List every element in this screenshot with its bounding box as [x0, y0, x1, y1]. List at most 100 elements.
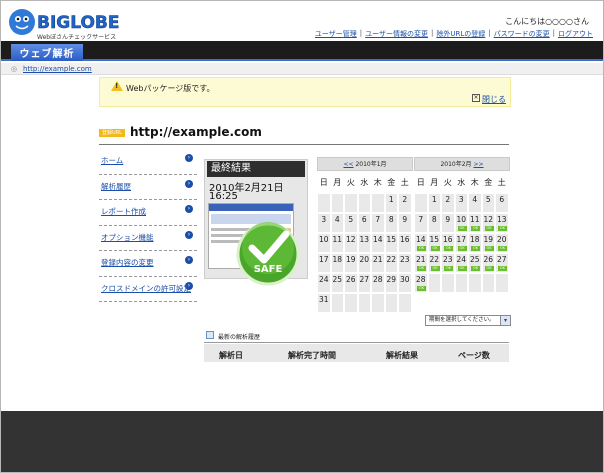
calendar-day[interactable]: 19	[344, 253, 358, 273]
calendar-day[interactable]: 16 OK	[441, 233, 455, 253]
calendar-day[interactable]: 12	[344, 233, 358, 253]
calendar-day[interactable]: 8	[384, 213, 398, 233]
ok-badge[interactable]: OK	[444, 246, 453, 251]
calendar-day[interactable]: 25 OK	[468, 253, 482, 273]
ok-badge[interactable]: OK	[498, 246, 507, 251]
ok-badge[interactable]: OK	[498, 226, 507, 231]
calendar-day[interactable]: 30	[398, 273, 412, 293]
chevron-down-icon[interactable]: ▾	[500, 316, 510, 325]
calendar-day[interactable]: 29	[384, 273, 398, 293]
nav-user-management[interactable]: ユーザー管理	[315, 29, 357, 39]
calendar-day[interactable]: 15 OK	[427, 233, 441, 253]
ok-badge[interactable]: OK	[457, 266, 467, 271]
menu-item-history[interactable]: 解析履歴 ›	[99, 175, 197, 200]
calendar-day[interactable]: 9	[398, 213, 412, 233]
menu-item-cross-domain[interactable]: クロスドメインの許可設定 ›	[99, 277, 197, 302]
calendar-day[interactable]: 24	[317, 273, 331, 293]
heading-divider	[99, 144, 509, 145]
calendar-day[interactable]: 27	[357, 273, 371, 293]
calendar-day[interactable]: 28	[371, 273, 385, 293]
ok-badge[interactable]: OK	[484, 226, 494, 231]
menu-item-home[interactable]: ホーム ›	[99, 149, 197, 175]
calendar-day[interactable]: 22 OK	[427, 253, 441, 273]
calendar-day[interactable]: 2	[441, 193, 455, 213]
calendar-day[interactable]: 2	[398, 193, 412, 213]
period-select[interactable]: 期間を選択してください。 ▾	[425, 315, 511, 326]
ok-badge[interactable]: OK	[417, 286, 426, 291]
calendar-day-number: 8	[431, 215, 437, 224]
nav-logout[interactable]: ログアウト	[558, 29, 593, 39]
calendar-day[interactable]: 14 OK	[414, 233, 428, 253]
breadcrumb-url-link[interactable]: http://example.com	[23, 65, 92, 73]
calendar-day[interactable]: 23	[398, 253, 412, 273]
calendar-day[interactable]: 18	[330, 253, 344, 273]
calendar-day[interactable]: 27 OK	[495, 253, 509, 273]
biglobe-logo[interactable]: BIGLOBE Webぼさんチェックサービス	[7, 6, 137, 42]
calendar-day[interactable]: 1	[427, 193, 441, 213]
menu-item-options[interactable]: オプション機能 ›	[99, 226, 197, 251]
ok-badge[interactable]: OK	[430, 266, 440, 271]
calendar-day[interactable]: 12 OK	[481, 213, 495, 233]
calendar-day[interactable]: 7	[414, 213, 428, 233]
calendar-day[interactable]: 5	[481, 193, 495, 213]
close-icon[interactable]: ×	[472, 94, 480, 102]
ok-badge[interactable]: OK	[417, 266, 426, 271]
calendar-day[interactable]: 28 OK	[414, 273, 428, 293]
calendar-day[interactable]: 21	[371, 253, 385, 273]
calendar-day[interactable]: 1	[384, 193, 398, 213]
ok-badge[interactable]: OK	[457, 226, 467, 231]
calendar-day[interactable]: 26 OK	[481, 253, 495, 273]
calendar-day[interactable]: 9	[441, 213, 455, 233]
ok-badge[interactable]: OK	[417, 246, 426, 251]
calendar-day[interactable]: 7	[371, 213, 385, 233]
calendar-day[interactable]: 10 OK	[454, 213, 468, 233]
ok-badge[interactable]: OK	[484, 246, 494, 251]
calendar-day[interactable]: 17 OK	[454, 233, 468, 253]
calendar-day[interactable]: 4	[330, 213, 344, 233]
calendar-day[interactable]: 21 OK	[414, 253, 428, 273]
nav-password-change[interactable]: パスワードの変更	[494, 29, 550, 39]
calendar-day[interactable]: 13 OK	[495, 213, 509, 233]
notice-close-link[interactable]: 閉じる	[482, 94, 506, 105]
calendar-day[interactable]: 20 OK	[495, 233, 509, 253]
calendar-prev-link[interactable]: <<	[343, 161, 353, 168]
calendar-day[interactable]: 5	[344, 213, 358, 233]
calendar-day[interactable]: 8	[427, 213, 441, 233]
ok-badge[interactable]: OK	[471, 266, 480, 271]
calendar-day[interactable]: 20	[357, 253, 371, 273]
ok-badge[interactable]: OK	[471, 226, 480, 231]
calendar-day[interactable]: 6	[495, 193, 509, 213]
calendar-next-link[interactable]: >>	[473, 161, 483, 168]
calendar-day[interactable]: 17	[317, 253, 331, 273]
menu-item-registration[interactable]: 登録内容の変更 ›	[99, 251, 197, 277]
calendar-day[interactable]: 24 OK	[454, 253, 468, 273]
ok-badge[interactable]: OK	[484, 266, 494, 271]
ok-badge[interactable]: OK	[471, 246, 480, 251]
calendar-day[interactable]: 22	[384, 253, 398, 273]
calendar-day[interactable]: 25	[330, 273, 344, 293]
ok-badge[interactable]: OK	[444, 266, 453, 271]
calendar-day[interactable]: 14	[371, 233, 385, 253]
calendar-day[interactable]: 11	[330, 233, 344, 253]
calendar-day[interactable]: 6	[357, 213, 371, 233]
calendar-day[interactable]: 16	[398, 233, 412, 253]
calendar-day[interactable]: 18 OK	[468, 233, 482, 253]
calendar-day[interactable]: 11 OK	[468, 213, 482, 233]
menu-item-report[interactable]: レポート作成 ›	[99, 200, 197, 226]
nav-exclude-url[interactable]: 除外URLの登録	[436, 29, 485, 39]
calendar-day[interactable]: 26	[344, 273, 358, 293]
ok-badge[interactable]: OK	[498, 266, 507, 271]
calendar-day[interactable]: 4	[468, 193, 482, 213]
ok-badge[interactable]: OK	[457, 246, 467, 251]
calendar-day[interactable]: 23 OK	[441, 253, 455, 273]
calendar-day[interactable]: 15	[384, 233, 398, 253]
calendar-day[interactable]: 13	[357, 233, 371, 253]
nav-user-info-change[interactable]: ユーザー情報の変更	[365, 29, 428, 39]
calendar-day[interactable]: 3	[454, 193, 468, 213]
calendar-day[interactable]: 19 OK	[481, 233, 495, 253]
calendar-day[interactable]: 31	[317, 293, 331, 313]
ok-badge[interactable]: OK	[430, 246, 440, 251]
calendar-day[interactable]: 10	[317, 233, 331, 253]
tab-web-analysis[interactable]: ウェブ解析	[11, 44, 83, 61]
calendar-day[interactable]: 3	[317, 213, 331, 233]
